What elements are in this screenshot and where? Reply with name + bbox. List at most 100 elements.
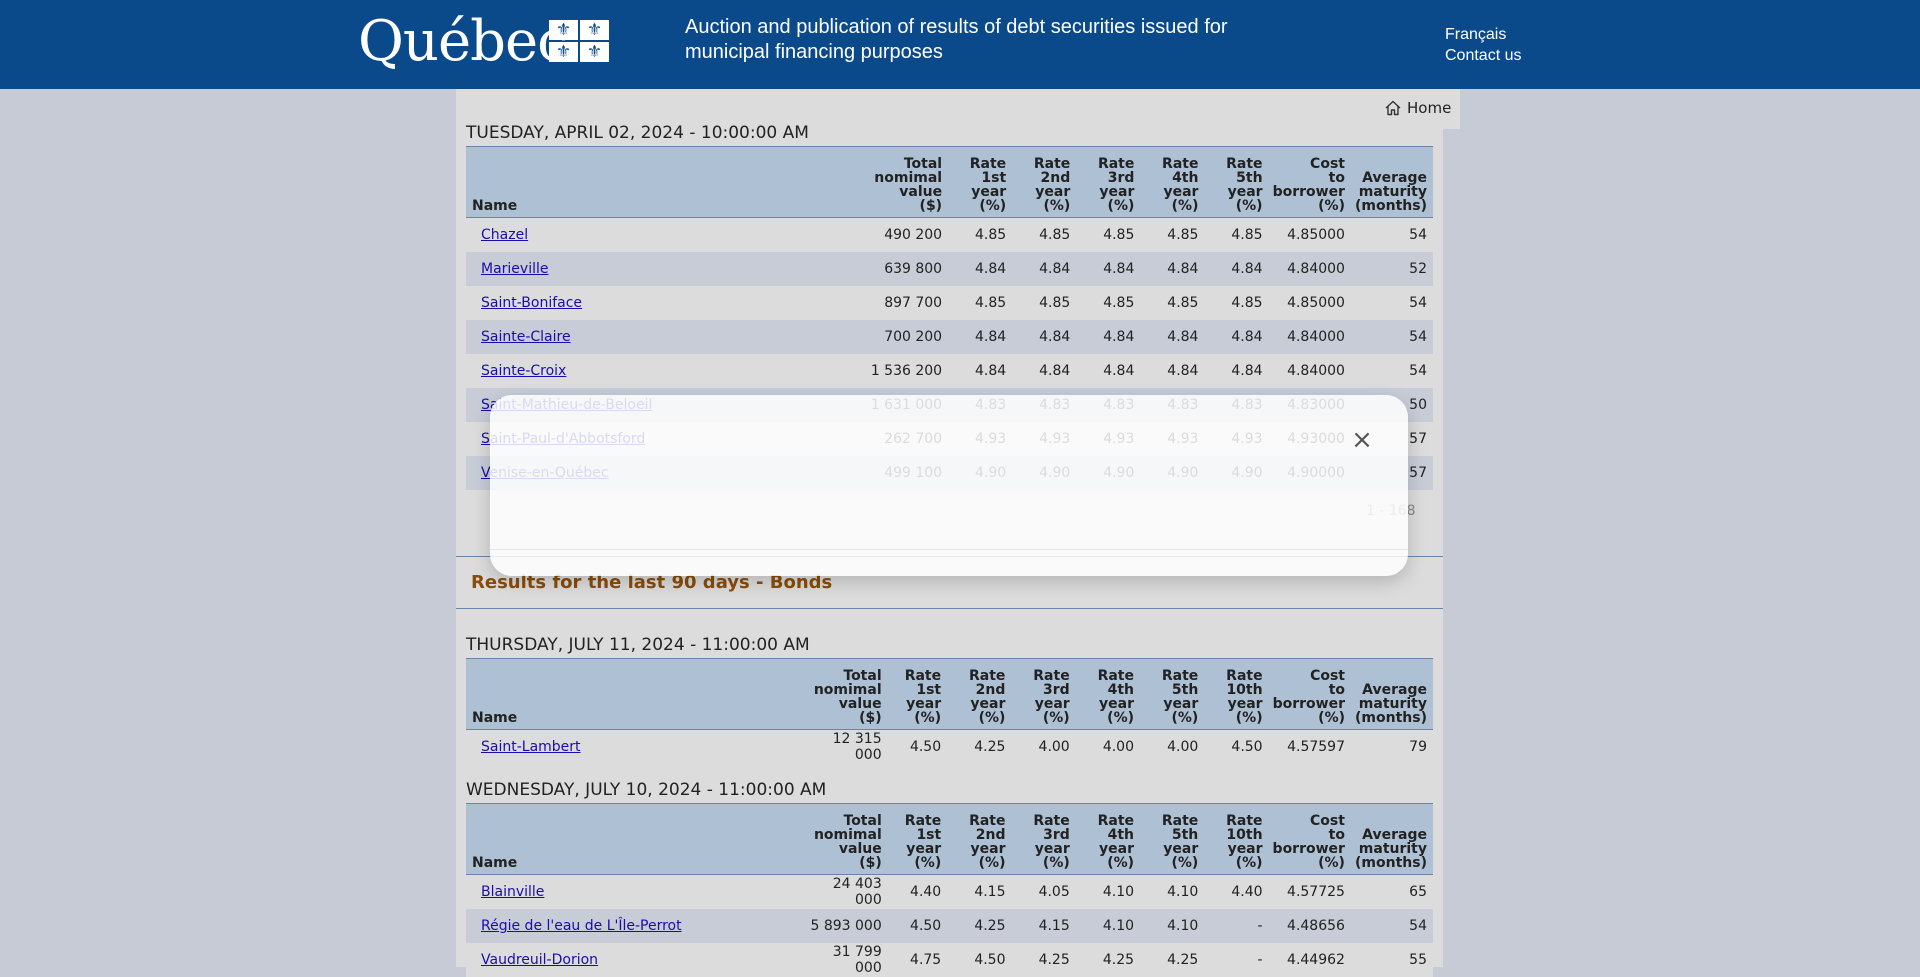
value-cell: 4.00 (1140, 729, 1205, 764)
fleurdelise-flag-icon: ⚜ ⚜ ⚜ ⚜ (549, 20, 609, 62)
name-cell: Saint-Lambert (466, 729, 799, 764)
results-table: Name Total nomimal value ($) Rate 1st year (%) Ra… (466, 658, 1433, 764)
value-cell: 4.85000 (1268, 286, 1351, 320)
header-links: Français Contact us (1445, 24, 1521, 66)
fleur-de-lis-icon: ⚜ (549, 20, 578, 40)
value-cell: 54 (1350, 909, 1433, 943)
value-cell: 4.50 (887, 729, 948, 764)
name-cell: Saint-Boniface (466, 286, 859, 320)
table-row: Sainte-Claire 700 200 4.84 4.84 4.84 4.84 4.84… (466, 320, 1433, 354)
municipality-link[interactable]: Chazel (481, 227, 528, 243)
value-cell: 1 536 200 (858, 354, 949, 388)
value-cell: 4.40 (1204, 874, 1269, 909)
value-cell: 4.25 (1140, 943, 1205, 977)
site-title: Auction and publication of results of de… (685, 16, 1228, 63)
value-cell: 4.85 (1204, 217, 1269, 252)
value-cell: 4.10 (1140, 909, 1205, 943)
municipality-link[interactable]: Saint-Lambert (481, 739, 581, 755)
value-cell: 4.15 (1011, 909, 1076, 943)
col-header: Rate 5th year (%) (1140, 803, 1205, 875)
col-header: Rate 2nd year (%) (947, 803, 1012, 875)
value-cell: 4.57597 (1268, 729, 1351, 764)
value-cell: 4.85 (1204, 286, 1269, 320)
value-cell: 4.85 (1076, 217, 1141, 252)
value-cell: 4.75 (887, 943, 948, 977)
col-header: Average maturity (months) (1351, 658, 1433, 730)
municipality-link[interactable]: Saint-Boniface (481, 295, 582, 311)
name-cell: Régie de l'eau de L'Île-Perrot (466, 909, 799, 943)
municipality-link[interactable]: Vaudreuil-Dorion (481, 952, 598, 968)
value-cell: 4.84 (948, 354, 1013, 388)
value-cell: 4.84000 (1268, 354, 1351, 388)
col-header: Name (466, 803, 799, 875)
col-header: Average maturity (months) (1350, 146, 1433, 218)
value-cell: 4.50 (947, 943, 1012, 977)
value-cell: 4.85 (1012, 217, 1077, 252)
section-divider (456, 608, 1443, 609)
value-cell: - (1204, 909, 1269, 943)
col-header: Total nomimal value ($) (858, 146, 949, 218)
value-cell: 65 (1350, 874, 1433, 909)
language-link[interactable]: Français (1445, 24, 1521, 45)
value-cell: 4.84000 (1268, 252, 1351, 286)
col-header: Average maturity (months) (1350, 803, 1433, 875)
col-header: Rate 4th year (%) (1075, 658, 1140, 730)
value-cell: 52 (1350, 252, 1433, 286)
value-cell: 4.84 (1204, 320, 1269, 354)
col-header: Name (466, 658, 799, 730)
value-cell: 897 700 (858, 286, 949, 320)
home-icon (1385, 100, 1401, 116)
value-cell: 4.85000 (1268, 217, 1351, 252)
auction-date-heading: WEDNESDAY, JULY 10, 2024 - 11:00:00 AM (466, 780, 827, 800)
value-cell: 4.50 (887, 909, 948, 943)
auction-date-heading: THURSDAY, JULY 11, 2024 - 11:00:00 AM (466, 635, 810, 655)
value-cell: 700 200 (858, 320, 949, 354)
col-header: Rate 5th year (%) (1204, 146, 1269, 218)
value-cell: 4.25 (947, 729, 1012, 764)
value-cell: 4.85 (1140, 286, 1205, 320)
value-cell: 4.84 (1076, 320, 1141, 354)
close-icon[interactable]: × (1350, 427, 1374, 453)
col-header: Rate 2nd year (%) (947, 658, 1012, 730)
value-cell: 4.84 (1140, 320, 1205, 354)
value-cell: 31 799 000 (798, 943, 888, 977)
name-cell: Sainte-Croix (466, 354, 859, 388)
col-header: Rate 3rd year (%) (1011, 803, 1076, 875)
value-cell: 4.84 (1204, 252, 1269, 286)
table-row: Vaudreuil-Dorion 31 799 000 4.75 4.50 4.25 4.… (466, 943, 1433, 977)
value-cell: 4.50 (1204, 729, 1269, 764)
value-cell: 4.84000 (1268, 320, 1351, 354)
col-header: Rate 4th year (%) (1140, 146, 1205, 218)
value-cell: 490 200 (858, 217, 949, 252)
value-cell: 4.84 (1076, 252, 1141, 286)
col-header: Cost to borrower (%) (1268, 146, 1351, 218)
municipality-link[interactable]: Sainte-Claire (481, 329, 571, 345)
value-cell: 4.84 (1012, 354, 1077, 388)
col-header: Total nomimal value ($) (798, 658, 888, 730)
table-row: Blainville 24 403 000 4.40 4.15 4.05 4.10 4.10… (466, 874, 1433, 909)
value-cell: 4.84 (948, 252, 1013, 286)
value-cell: 54 (1350, 320, 1433, 354)
value-cell: 4.84 (1076, 354, 1141, 388)
value-cell: 4.84 (1012, 252, 1077, 286)
col-header: Rate 3rd year (%) (1011, 658, 1076, 730)
value-cell: 4.25 (1011, 943, 1076, 977)
value-cell: - (1204, 943, 1269, 977)
value-cell: 4.85 (1140, 217, 1205, 252)
col-header: Rate 4th year (%) (1075, 803, 1141, 875)
name-cell: Blainville (466, 874, 799, 909)
municipality-link[interactable]: Régie de l'eau de L'Île-Perrot (481, 918, 682, 934)
value-cell: 4.85 (948, 217, 1013, 252)
municipality-link[interactable]: Blainville (481, 884, 544, 900)
contact-link[interactable]: Contact us (1445, 45, 1521, 66)
value-cell: 54 (1350, 354, 1433, 388)
value-cell: 4.44962 (1268, 943, 1351, 977)
quebec-logo[interactable]: Québec (358, 6, 568, 78)
col-header: Rate 10th year (%) (1204, 658, 1269, 730)
municipality-link[interactable]: Marieville (481, 261, 548, 277)
value-cell: 79 (1351, 729, 1433, 764)
col-header: Rate 2nd year (%) (1012, 146, 1077, 218)
value-cell: 4.25 (1075, 943, 1141, 977)
home-link[interactable]: Home (1384, 99, 1451, 117)
municipality-link[interactable]: Sainte-Croix (481, 363, 566, 379)
